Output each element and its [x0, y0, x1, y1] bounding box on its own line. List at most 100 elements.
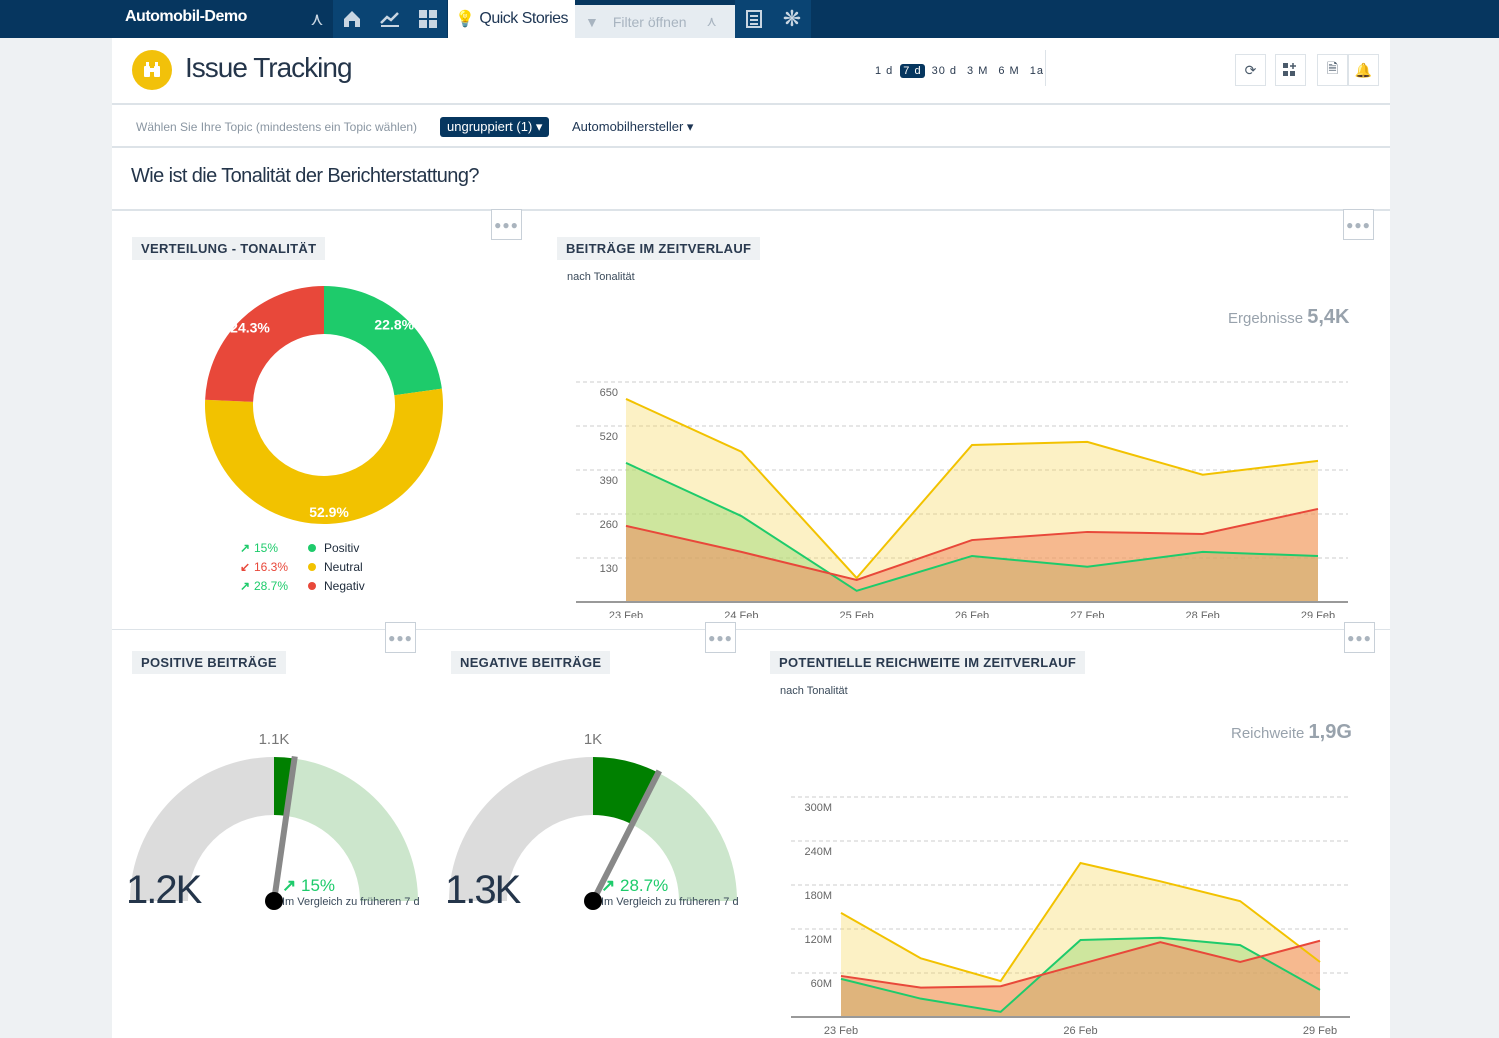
negative-change: ↗ 28.7% Im Vergleich zu früheren 7 d	[601, 876, 739, 908]
donut-slice-positiv	[324, 286, 442, 396]
filter-icon: ▼	[585, 13, 599, 30]
y-tick-label: 260	[600, 519, 618, 531]
divider	[112, 209, 1390, 211]
dashboard-grid-icon[interactable]	[409, 0, 447, 38]
results-total: Ergebnisse 5,4K	[1228, 306, 1350, 328]
y-tick-label: 120M	[804, 934, 832, 946]
x-tick-label: 26 Feb	[955, 610, 989, 618]
arrow-up-right-icon: ↗	[282, 876, 297, 895]
slice-label: 52.9%	[309, 504, 349, 520]
reach-total: Reichweite 1,9G	[1231, 721, 1352, 743]
posts-timeline-chart: 130 260 390 520 650 23 Feb 24 Feb 25 Feb 26 Feb 2…	[576, 381, 1348, 618]
gauge-reference-label: 1.1K	[259, 731, 290, 748]
widget-title: POTENTIELLE REICHWEITE IM ZEITVERLAUF	[770, 651, 1086, 674]
divider	[112, 103, 1390, 105]
arrow-up-right-icon: ↗	[601, 876, 616, 895]
x-tick-label: 28 Feb	[1186, 610, 1220, 618]
x-tick-label: 29 Feb	[1301, 610, 1335, 618]
widget-menu-button[interactable]: ●●●	[1344, 622, 1375, 653]
period-selector: 1 d 7 d 30 d 3 M 6 M 1a	[872, 64, 1047, 78]
refresh-icon: ⟳	[1244, 61, 1257, 78]
arrow-up-right-icon: ↗	[240, 578, 251, 593]
add-alert-button[interactable]: 🔔	[1348, 54, 1379, 86]
topic-instruction: Wählen Sie Ihre Topic (mindestens ein To…	[136, 120, 418, 134]
y-tick-label: 520	[600, 431, 618, 443]
home-icon[interactable]	[333, 0, 371, 38]
donut-legend: ↗ 15% Positiv ↙ 16.3% Neutral ↗ 28.7% Negativ	[240, 538, 365, 595]
widget-title: BEITRÄGE IM ZEITVERLAUF	[557, 237, 761, 260]
chevron-double-down-icon[interactable]: ⋏	[298, 0, 336, 38]
section-question: Wie ist die Tonalität der Berichterstatt…	[131, 165, 479, 187]
chevron-double-down-icon: ⋏	[706, 13, 717, 29]
topic-group-dropdown[interactable]: ungruppiert (1) ▾	[440, 117, 550, 137]
refresh-button[interactable]: ⟳	[1235, 54, 1266, 86]
legend-dot	[308, 543, 316, 552]
slice-label: 24.3%	[230, 320, 270, 336]
x-tick-label: 23 Feb	[824, 1025, 858, 1037]
positive-change: ↗ 15% Im Vergleich zu früheren 7 d	[282, 876, 420, 908]
widget-subtitle: nach Tonalität	[780, 685, 848, 697]
x-tick-label: 29 Feb	[1303, 1025, 1337, 1037]
legend-item: ↗ 28.7% Negativ	[240, 578, 365, 593]
chart-line-icon[interactable]	[371, 0, 409, 38]
filter-open-button[interactable]: ▼ Filter öffnen ⋏	[575, 5, 735, 38]
x-tick-label: 23 Feb	[609, 610, 643, 618]
x-tick-label: 27 Feb	[1070, 610, 1104, 618]
lightbulb-icon: 💡	[454, 11, 475, 28]
period-option[interactable]: 7 d	[900, 64, 925, 78]
legend-item: ↙ 16.3% Neutral	[240, 559, 363, 574]
gauge-pivot	[265, 892, 283, 910]
y-tick-label: 390	[600, 475, 618, 487]
legend-dot	[308, 581, 316, 590]
x-tick-label: 24 Feb	[724, 610, 758, 618]
period-option[interactable]: 3 M	[964, 64, 991, 78]
widget-menu-button[interactable]: ●●●	[1343, 209, 1374, 240]
legend-item: ↗ 15% Positiv	[240, 540, 360, 555]
widget-title: POSITIVE BEITRÄGE	[132, 651, 286, 674]
widget-title: VERTEILUNG - TONALITÄT	[132, 237, 326, 260]
arrow-up-right-icon: ↗	[240, 540, 251, 555]
arrow-down-left-icon: ↙	[240, 559, 251, 574]
workspace-name[interactable]: Automobil-Demo	[125, 8, 247, 26]
y-tick-label: 180M	[804, 890, 832, 902]
report-icon[interactable]	[735, 0, 773, 38]
negative-value: 1.3K	[445, 868, 521, 912]
divider	[112, 146, 1390, 148]
add-widget-icon	[1282, 63, 1296, 76]
reach-timeline-chart: 60M120M180M240M300M23 Feb26 Feb29 FebPos…	[791, 796, 1350, 1037]
x-tick-label: 26 Feb	[1063, 1025, 1097, 1037]
y-tick-label: 60M	[811, 978, 832, 990]
widget-menu-button[interactable]: ●●●	[491, 209, 522, 240]
quick-stories-tab[interactable]: 💡 Quick Stories	[448, 0, 575, 38]
legend-dot	[308, 562, 316, 571]
y-tick-label: 130	[600, 563, 618, 575]
dashboard-panel: Issue Tracking 1 d7 d 30 d3 M6 M 1a ⟳ 🗎 🔔 …	[112, 38, 1390, 1038]
period-option[interactable]: 1 d	[872, 64, 896, 78]
add-alert-icon: 🔔	[1354, 61, 1373, 78]
widget-subtitle: nach Tonalität	[567, 271, 635, 283]
widget-menu-button[interactable]: ●●●	[385, 622, 416, 653]
widget-title: NEGATIVE BEITRÄGE	[451, 651, 611, 674]
positive-value: 1.2K	[126, 868, 202, 912]
binoculars-icon	[132, 50, 172, 90]
y-tick-label: 650	[600, 387, 618, 399]
top-navigation-bar: Automobil-Demo ⋏ 💡 Quick Stories ▼ Filter …	[0, 0, 1499, 38]
slice-label: 22.8%	[374, 316, 414, 332]
page-title: Issue Tracking	[185, 52, 353, 83]
gear-icon[interactable]: ❋	[773, 0, 811, 38]
donut-chart: 22.8% 52.9% 24.3%	[204, 286, 443, 524]
divider	[112, 629, 1390, 630]
y-tick-label: 240M	[804, 846, 832, 858]
topic-category-dropdown[interactable]: Automobilhersteller ▾	[572, 119, 693, 135]
period-option[interactable]: 1a	[1027, 64, 1047, 78]
widget-menu-button[interactable]: ●●●	[705, 622, 736, 653]
gauge-reference-label: 1K	[584, 731, 602, 748]
gauge-pivot	[584, 892, 602, 910]
x-tick-label: 25 Feb	[840, 610, 874, 618]
donut-slice-negativ	[205, 286, 324, 402]
period-option[interactable]: 6 M	[995, 64, 1022, 78]
add-report-button[interactable]: 🗎	[1317, 54, 1348, 86]
period-option[interactable]: 30 d	[929, 64, 960, 78]
add-widget-button[interactable]	[1275, 54, 1306, 86]
y-tick-label: 300M	[804, 802, 832, 814]
